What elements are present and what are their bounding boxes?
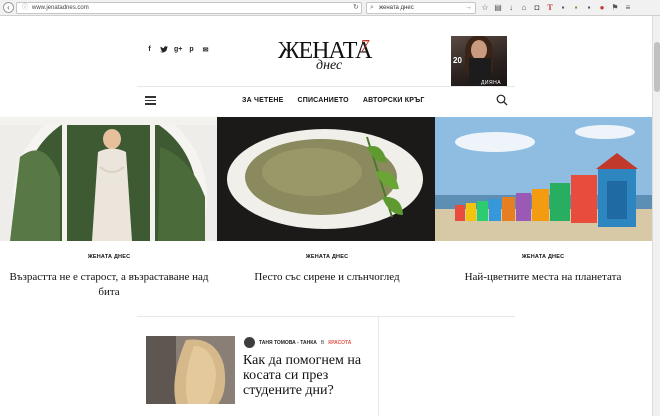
- site-logo[interactable]: ЖЕНАТА днес 7: [278, 36, 382, 74]
- author-name[interactable]: ТАНЯ ТОМОВА - ТАНКА: [259, 340, 317, 346]
- featured-article-image[interactable]: [146, 336, 235, 404]
- scroll-thumb[interactable]: [654, 42, 660, 92]
- article-title-1[interactable]: Възрастта не е старост, а възраставане н…: [9, 270, 209, 300]
- logo-sub-text: днес: [316, 58, 343, 73]
- article-category-2[interactable]: ЖЕНАТА ДНЕС: [237, 254, 417, 260]
- search-icon: ⌕: [370, 4, 374, 11]
- magazine-cover[interactable]: 20 ДИЯНА: [451, 36, 507, 86]
- extension-icon[interactable]: ▪: [558, 2, 568, 13]
- info-icon: ⓘ: [22, 5, 29, 11]
- page-scrollbar[interactable]: [652, 16, 660, 416]
- search-bar[interactable]: ⌕ жената днес →: [366, 2, 476, 14]
- logo-badge: 7: [360, 36, 369, 56]
- article-category-1[interactable]: ЖЕНАТА ДНЕС: [19, 254, 199, 260]
- topic-link[interactable]: КРАСОТА: [328, 340, 351, 346]
- search-text: жената днес: [379, 5, 414, 11]
- nav-item-reading[interactable]: ЗА ЧЕТЕНЕ: [242, 97, 283, 104]
- hamburger-menu-icon[interactable]: [145, 96, 156, 105]
- adblock-icon[interactable]: ●: [597, 2, 607, 13]
- featured-article-title[interactable]: Как да помогнем на косата си през студен…: [243, 353, 373, 398]
- social-links: f g+ p ✉: [146, 46, 209, 55]
- extension-icon[interactable]: ▪: [571, 2, 581, 13]
- back-arrow-icon[interactable]: ‹: [3, 2, 14, 13]
- column-divider: [378, 317, 379, 416]
- go-arrow-icon[interactable]: →: [465, 3, 472, 13]
- extension-icon[interactable]: ▪: [584, 2, 594, 13]
- article-title-2[interactable]: Песто със сирене и слънчоглед: [227, 270, 427, 285]
- article-category-3[interactable]: ЖЕНАТА ДНЕС: [453, 254, 633, 260]
- flag-icon[interactable]: ⚑: [610, 2, 620, 13]
- cover-face: [471, 40, 487, 60]
- search-icon[interactable]: [496, 94, 508, 106]
- cover-number: 20: [453, 56, 462, 65]
- toolbar-icons: ☆ ▤ ↓ ⌂ ◘ T ▪ ▪ ▪ ● ⚑ ≡: [480, 2, 633, 13]
- twitter-icon[interactable]: [160, 46, 168, 55]
- download-icon[interactable]: ↓: [506, 2, 516, 13]
- featured-author-row: ТАНЯ ТОМОВА - ТАНКА В КРАСОТА: [244, 337, 351, 348]
- google-plus-icon[interactable]: g+: [174, 46, 182, 55]
- home-icon[interactable]: ⌂: [519, 2, 529, 13]
- nav-item-authors[interactable]: АВТОРСКИ КРЪГ: [363, 97, 425, 104]
- clipboard-icon[interactable]: ▤: [493, 2, 503, 13]
- pinterest-icon[interactable]: p: [188, 46, 195, 55]
- star-icon[interactable]: ☆: [480, 2, 490, 13]
- article-image-2[interactable]: [217, 117, 435, 241]
- t-icon[interactable]: T: [545, 2, 555, 13]
- article-image-3[interactable]: [435, 117, 652, 241]
- author-avatar[interactable]: [244, 337, 255, 348]
- reload-icon[interactable]: ↻: [353, 3, 359, 11]
- mail-icon[interactable]: ✉: [202, 46, 209, 55]
- nav-item-magazine[interactable]: СПИСАНИЕТО: [297, 97, 348, 104]
- main-nav: ЗА ЧЕТЕНЕ СПИСАНИЕТО АВТОРСКИ КРЪГ: [242, 97, 425, 104]
- author-in-label: В: [320, 339, 325, 346]
- section-divider: [137, 316, 515, 317]
- article-title-3[interactable]: Най-цветните места на планетата: [443, 270, 643, 285]
- address-text: www.jenatadnes.com: [32, 5, 89, 11]
- address-bar[interactable]: ⓘ www.jenatadnes.com: [16, 2, 362, 14]
- article-image-1[interactable]: [0, 117, 217, 241]
- nav-top-divider: [137, 86, 515, 87]
- pocket-icon[interactable]: ◘: [532, 2, 542, 13]
- menu-icon[interactable]: ≡: [623, 2, 633, 13]
- facebook-icon[interactable]: f: [146, 46, 153, 55]
